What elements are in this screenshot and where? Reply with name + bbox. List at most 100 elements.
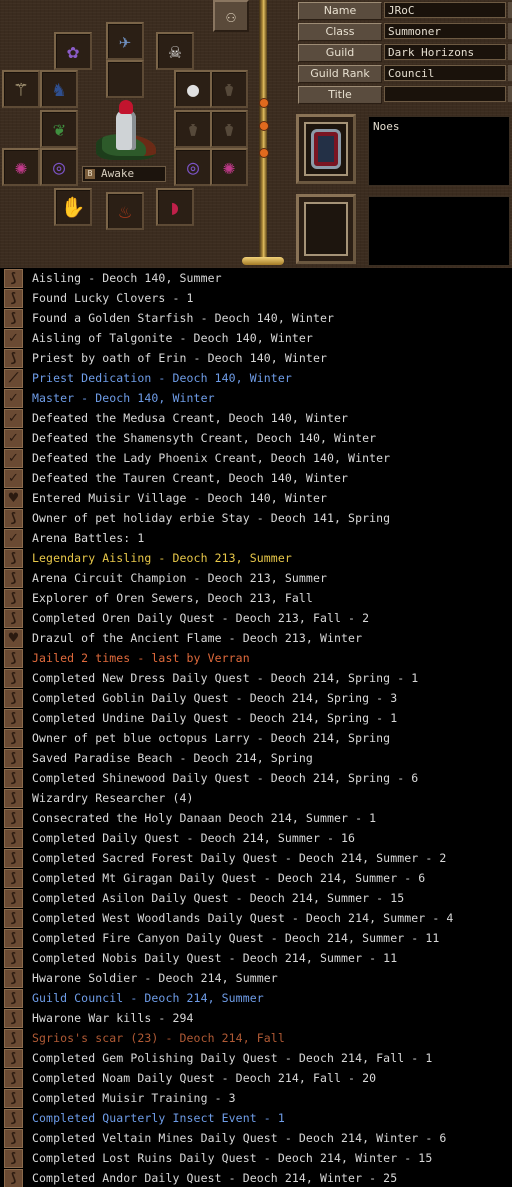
field-label-class[interactable]: Class <box>298 23 382 41</box>
status-indicator[interactable]: B Awake <box>82 166 166 182</box>
gauntlet-slot[interactable]: ⚱ <box>210 110 248 148</box>
claw-mark-icon: ⟆ <box>4 568 23 588</box>
legend-text: Jailed 2 times - last by Verran <box>32 651 250 665</box>
legend-text: Defeated the Shamensyth Creant, Deoch 14… <box>32 431 377 445</box>
claw-mark-icon: ⟆ <box>4 928 23 948</box>
accessory-2-slot[interactable]: ⚱ <box>210 70 248 108</box>
legend-row: ⟆ Found a Golden Starfish - Deoch 140, Wi… <box>0 308 512 328</box>
legend-row: ⟆ Completed Goblin Daily Quest - Deoch 21… <box>0 688 512 708</box>
legend-text: Completed Gem Polishing Daily Quest - De… <box>32 1051 433 1065</box>
check-mark-icon: ✓ <box>4 528 23 548</box>
legend-text: Explorer of Oren Sewers, Deoch 213, Fall <box>32 591 313 605</box>
legend-text: Completed Undine Daily Quest - Deoch 214… <box>32 711 398 725</box>
field-label-title[interactable]: Title <box>298 86 382 104</box>
helmet-slot[interactable] <box>106 60 144 98</box>
legend-text: Priest Dedication - Deoch 140, Winter <box>32 371 292 385</box>
pillar-knob <box>259 98 269 108</box>
necklace-slot[interactable]: ✈ <box>106 22 144 60</box>
trinket-slot[interactable]: ◗ <box>156 188 194 226</box>
bracer-left-slot[interactable]: ◎ <box>40 148 78 186</box>
earring-left-slot[interactable]: ✿ <box>54 32 92 70</box>
claw-mark-icon: ⟆ <box>4 1008 23 1028</box>
blue-wing-icon: ✈ <box>118 29 132 53</box>
legend-text: Defeated the Tauren Creant, Deoch 140, W… <box>32 471 349 485</box>
accessory-1-slot[interactable]: ● <box>174 70 212 108</box>
belt-slot[interactable]: ✋ <box>54 188 92 226</box>
hand-right-slot[interactable]: ✺ <box>210 148 248 186</box>
legend-row: ⟆ Jailed 2 times - last by Verran <box>0 648 512 668</box>
legend-row: ⟆ Found Lucky Clovers - 1 <box>0 288 512 308</box>
legend-row: ⟆ Completed Muisir Training - 3 <box>0 1088 512 1108</box>
boots-slot[interactable]: ♨ <box>106 192 144 230</box>
claw-mark-icon: ⟆ <box>4 968 23 988</box>
field-value-class: Summoner <box>384 23 506 39</box>
ghost-item-icon: ⚱ <box>222 117 236 141</box>
legend-text: Completed Mt Giragan Daily Quest - Deoch… <box>32 871 426 885</box>
legend-text: Completed Andor Daily Quest - Deoch 214,… <box>32 1171 398 1185</box>
bracer-right-slot[interactable]: ◎ <box>174 148 212 186</box>
secondary-note[interactable] <box>368 196 510 266</box>
legend-text: Completed New Dress Daily Quest - Deoch … <box>32 671 419 685</box>
legend-text: Completed Quarterly Insect Event - 1 <box>32 1111 285 1125</box>
profile-panel: ⚇ ✿ ✈ ☠ ⚚ ♞ ● ⚱ ❦ ⚱ ⚱ ✺ ◎ ◎ ✺ ✋ ♨ ◗ B Awake Name JRoC Clas… <box>0 0 512 268</box>
legend-text: Completed Noam Daily Quest - Deoch 214, … <box>32 1071 377 1085</box>
legend-row: ⟆ Completed Andor Daily Quest - Deoch 214… <box>0 1168 512 1187</box>
shield-slot[interactable]: ⚱ <box>174 110 212 148</box>
field-label-name[interactable]: Name <box>298 2 382 20</box>
armor-slot[interactable]: ♞ <box>40 70 78 108</box>
field-edge <box>508 86 512 102</box>
secondary-portrait-frame <box>296 194 356 264</box>
legend-text: Aisling of Talgonite - Deoch 140, Winter <box>32 331 313 345</box>
blue-robe-icon: ♞ <box>52 77 66 101</box>
hand-left-slot[interactable]: ✺ <box>2 148 40 186</box>
cape-slot[interactable]: ❦ <box>40 110 78 148</box>
heart-mark-icon: ♥ <box>4 488 23 508</box>
weapon-slot[interactable]: ⚚ <box>2 70 40 108</box>
heart-mark-icon: ♥ <box>4 628 23 648</box>
claw-mark-icon: ⟆ <box>4 1048 23 1068</box>
purple-ring-icon: ◎ <box>52 155 66 179</box>
purple-earring-icon: ✿ <box>66 39 80 63</box>
legend-row: ⟆ Completed Noam Daily Quest - Deoch 214,… <box>0 1068 512 1088</box>
check-mark-icon: ✓ <box>4 468 23 488</box>
people-icon: ⚇ <box>226 6 236 26</box>
legend-row: ✓ Aisling of Talgonite - Deoch 140, Winte… <box>0 328 512 348</box>
red-boots-icon: ♨ <box>118 199 132 223</box>
ring-right-slot[interactable]: ☠ <box>156 32 194 70</box>
group-toggle-button[interactable]: ⚇ <box>213 0 249 32</box>
legend-row: ♥ Drazul of the Ancient Flame - Deoch 213… <box>0 628 512 648</box>
status-number: B <box>85 169 95 179</box>
legend-text: Completed Nobis Daily Quest - Deoch 214,… <box>32 951 398 965</box>
legend-text: Completed Lost Ruins Daily Quest - Deoch… <box>32 1151 433 1165</box>
black-pouch-icon: ● <box>186 77 200 101</box>
profile-note[interactable]: Noes <box>368 116 510 186</box>
claw-mark-icon: ⟆ <box>4 308 23 328</box>
magenta-fan-icon: ◗ <box>168 195 182 219</box>
claw-mark-icon: ⟆ <box>4 1088 23 1108</box>
legend-row: ⟆ Guild Council - Deoch 214, Summer <box>0 988 512 1008</box>
legend-row: ⟆ Completed Nobis Daily Quest - Deoch 214… <box>0 948 512 968</box>
pillar-base <box>242 257 284 265</box>
legend-row: ⟆ Legendary Aisling - Deoch 213, Summer <box>0 548 512 568</box>
field-value-title <box>384 86 506 102</box>
ghost-item-icon: ⚱ <box>186 117 200 141</box>
character-paper-doll <box>92 100 162 164</box>
claw-mark-icon: ⟆ <box>4 948 23 968</box>
legend-text: Owner of pet holiday erbie Stay - Deoch … <box>32 511 391 525</box>
claw-mark-icon: ⟆ <box>4 1128 23 1148</box>
claw-mark-icon: ⟆ <box>4 1168 23 1187</box>
portrait-inner <box>304 122 348 176</box>
legend-text: Master - Deoch 140, Winter <box>32 391 215 405</box>
field-label-guild[interactable]: Guild <box>298 44 382 62</box>
legend-row: ✓ Defeated the Medusa Creant, Deoch 140, … <box>0 408 512 428</box>
field-value-name: JRoC <box>384 2 506 18</box>
field-label-guild-rank[interactable]: Guild Rank <box>298 65 382 83</box>
legend-row: ⟆ Completed Gem Polishing Daily Quest - D… <box>0 1048 512 1068</box>
claw-mark-icon: ⟆ <box>4 608 23 628</box>
character-sprite <box>116 110 136 150</box>
legend-text: Completed Veltain Mines Daily Quest - De… <box>32 1131 447 1145</box>
legend-row: ✓ Defeated the Shamensyth Creant, Deoch 1… <box>0 428 512 448</box>
pink-claw-icon: ✺ <box>14 155 28 179</box>
legend-row: ✓ Master - Deoch 140, Winter <box>0 388 512 408</box>
legend-text: Consecrated the Holy Danaan Deoch 214, S… <box>32 811 377 825</box>
